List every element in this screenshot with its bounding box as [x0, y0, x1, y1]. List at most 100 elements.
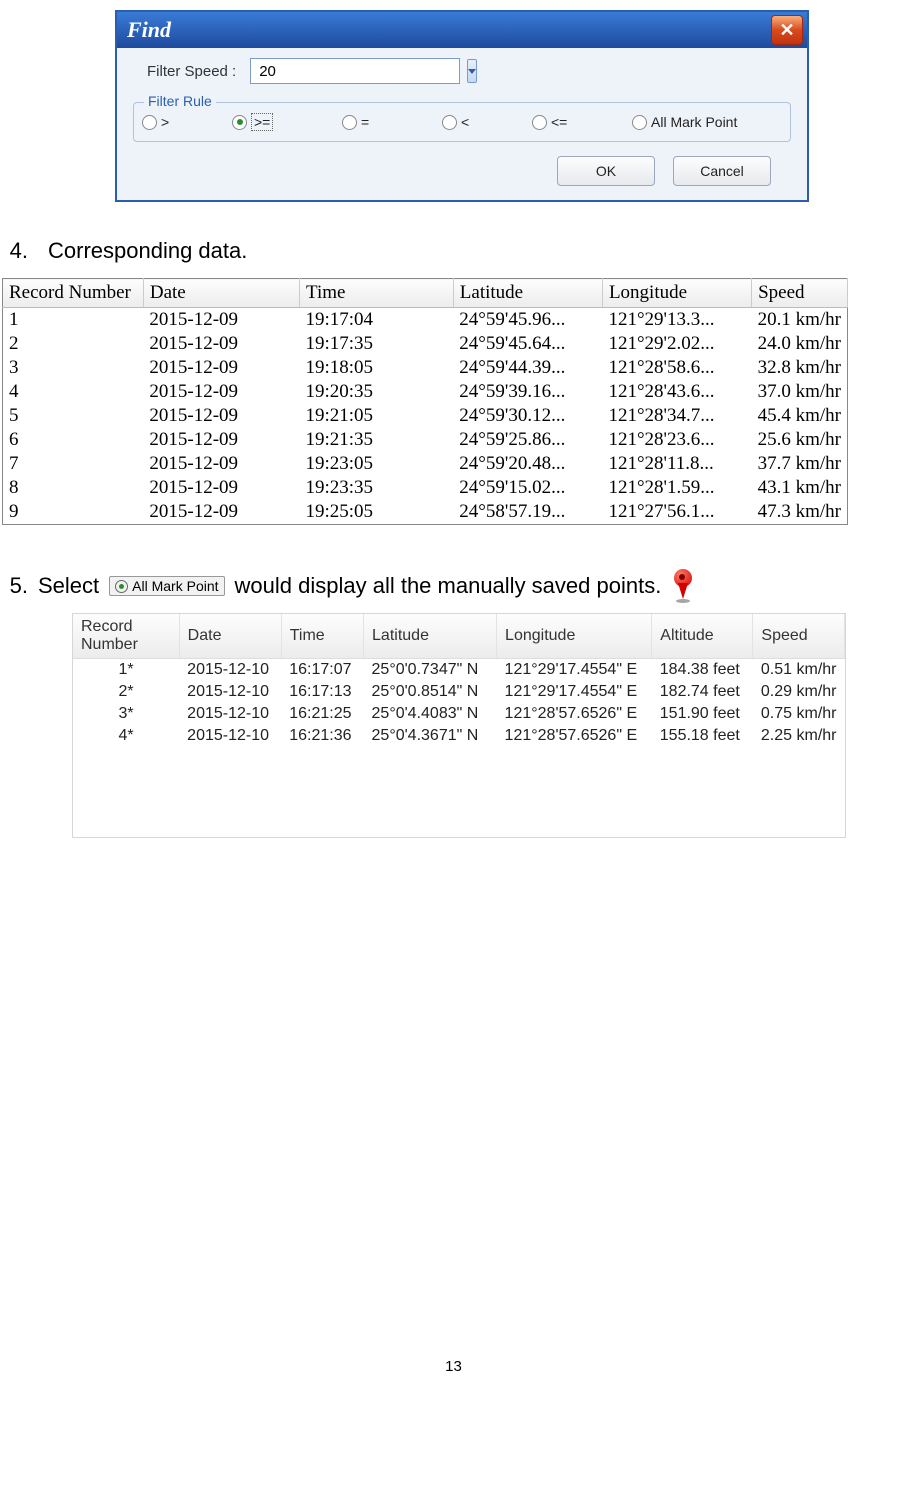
cell-rec: 1*: [73, 659, 179, 682]
th2-longitude[interactable]: Longitude: [497, 614, 652, 659]
table-row[interactable]: 72015-12-0919:23:0524°59'20.48...121°28'…: [3, 452, 848, 476]
cancel-button[interactable]: Cancel: [673, 156, 771, 186]
filter-speed-combo[interactable]: [250, 58, 460, 84]
cell-lat: 24°59'39.16...: [453, 380, 602, 404]
filter-speed-input[interactable]: [251, 63, 466, 80]
step-4: 4. Corresponding data.: [0, 238, 907, 264]
cell-rec: 9: [3, 500, 144, 525]
radio-all-mark-point[interactable]: All Mark Point: [632, 114, 737, 130]
cell-speed: 20.1 km/hr: [752, 308, 848, 333]
cell-speed: 0.75 km/hr: [753, 703, 845, 725]
cell-lat: 24°59'30.12...: [453, 404, 602, 428]
cell-date: 2015-12-09: [143, 404, 299, 428]
filter-rule-fieldset: Filter Rule > >= =: [133, 102, 791, 142]
table-row[interactable]: 92015-12-0919:25:0524°58'57.19...121°27'…: [3, 500, 848, 525]
table-row[interactable]: 32015-12-0919:18:0524°59'44.39...121°28'…: [3, 356, 848, 380]
th2-time[interactable]: Time: [281, 614, 363, 659]
cell-alt: 155.18 feet: [652, 725, 753, 747]
radio-lte[interactable]: <=: [532, 114, 632, 130]
radio-lt-label: <: [461, 114, 469, 130]
map-pin-icon: [671, 569, 695, 603]
ok-button[interactable]: OK: [557, 156, 655, 186]
page-number: 13: [0, 1358, 907, 1375]
cell-lat: 25°0'4.3671" N: [364, 725, 497, 747]
cell-time: 19:23:35: [300, 476, 454, 500]
cell-alt: 182.74 feet: [652, 681, 753, 703]
radio-lte-label: <=: [551, 114, 567, 130]
cell-lat: 25°0'4.4083" N: [364, 703, 497, 725]
table-row[interactable]: 2*2015-12-1016:17:1325°0'0.8514" N121°29…: [73, 681, 845, 703]
cell-date: 2015-12-09: [143, 308, 299, 333]
step-5: 5. Select All Mark Point would display a…: [0, 569, 907, 603]
cell-speed: 24.0 km/hr: [752, 332, 848, 356]
table-row[interactable]: 82015-12-0919:23:3524°59'15.02...121°28'…: [3, 476, 848, 500]
cell-lon: 121°28'43.6...: [602, 380, 751, 404]
cell-rec: 4: [3, 380, 144, 404]
cell-date: 2015-12-09: [143, 500, 299, 525]
filter-speed-label: Filter Speed :: [147, 63, 236, 80]
table-row[interactable]: 4*2015-12-1016:21:3625°0'4.3671" N121°28…: [73, 725, 845, 747]
table2-header-row: Record Number Date Time Latitude Longitu…: [73, 614, 845, 659]
radio-eq[interactable]: =: [342, 114, 442, 130]
cell-time: 16:21:36: [281, 725, 363, 747]
th2-speed[interactable]: Speed: [753, 614, 845, 659]
close-button[interactable]: ✕: [771, 15, 803, 45]
table-row[interactable]: 12015-12-0919:17:0424°59'45.96...121°29'…: [3, 308, 848, 333]
th-record-number[interactable]: Record Number: [3, 279, 144, 308]
th-date[interactable]: Date: [143, 279, 299, 308]
radio-eq-label: =: [361, 114, 369, 130]
radio-selected-icon: [115, 580, 128, 593]
radio-gt-label: >: [161, 114, 169, 130]
cell-lon: 121°27'56.1...: [602, 500, 751, 525]
table-row[interactable]: 62015-12-0919:21:3524°59'25.86...121°28'…: [3, 428, 848, 452]
cell-lat: 24°59'44.39...: [453, 356, 602, 380]
cell-rec: 6: [3, 428, 144, 452]
cell-rec: 3*: [73, 703, 179, 725]
table-row[interactable]: 1*2015-12-1016:17:0725°0'0.7347" N121°29…: [73, 659, 845, 682]
th-longitude[interactable]: Longitude: [602, 279, 751, 308]
step-5-number: 5.: [0, 573, 28, 599]
cell-rec: 5: [3, 404, 144, 428]
cell-date: 2015-12-09: [143, 380, 299, 404]
cell-time: 19:17:35: [300, 332, 454, 356]
filter-speed-dropdown-button[interactable]: [467, 59, 477, 83]
cell-speed: 0.29 km/hr: [753, 681, 845, 703]
th2-latitude[interactable]: Latitude: [364, 614, 497, 659]
cell-rec: 8: [3, 476, 144, 500]
radio-gt[interactable]: >: [142, 114, 232, 130]
cell-lat: 24°59'15.02...: [453, 476, 602, 500]
all-mark-point-badge: All Mark Point: [109, 576, 224, 596]
cell-date: 2015-12-09: [143, 428, 299, 452]
step-5-text-b: would display all the manually saved poi…: [235, 573, 662, 599]
table-row[interactable]: 42015-12-0919:20:3524°59'39.16...121°28'…: [3, 380, 848, 404]
th2-date[interactable]: Date: [179, 614, 281, 659]
table-row[interactable]: 3*2015-12-1016:21:2525°0'4.4083" N121°28…: [73, 703, 845, 725]
radio-lt[interactable]: <: [442, 114, 532, 130]
cell-speed: 25.6 km/hr: [752, 428, 848, 452]
cell-rec: 3: [3, 356, 144, 380]
cell-lon: 121°28'11.8...: [602, 452, 751, 476]
th-speed[interactable]: Speed: [752, 279, 848, 308]
th-time[interactable]: Time: [300, 279, 454, 308]
table-row[interactable]: 22015-12-0919:17:3524°59'45.64...121°29'…: [3, 332, 848, 356]
th2-altitude[interactable]: Altitude: [652, 614, 753, 659]
th-latitude[interactable]: Latitude: [453, 279, 602, 308]
cell-lat: 24°59'45.96...: [453, 308, 602, 333]
cell-lat: 24°59'45.64...: [453, 332, 602, 356]
cell-lon: 121°29'2.02...: [602, 332, 751, 356]
radio-gte[interactable]: >=: [232, 113, 342, 131]
table-row[interactable]: 52015-12-0919:21:0524°59'30.12...121°28'…: [3, 404, 848, 428]
dialog-title: Find: [127, 17, 171, 43]
find-dialog: Find ✕ Filter Speed : Filter Rule: [115, 10, 809, 202]
cell-date: 2015-12-10: [179, 703, 281, 725]
cell-rec: 2*: [73, 681, 179, 703]
th2-record-number[interactable]: Record Number: [73, 614, 179, 659]
cell-lat: 25°0'0.8514" N: [364, 681, 497, 703]
step-5-text-a: Select: [38, 573, 99, 599]
table1-header-row: Record Number Date Time Latitude Longitu…: [3, 279, 848, 308]
cell-time: 19:18:05: [300, 356, 454, 380]
cell-time: 16:21:25: [281, 703, 363, 725]
filter-speed-row: Filter Speed :: [147, 58, 791, 84]
cell-alt: 151.90 feet: [652, 703, 753, 725]
cell-lon: 121°29'17.4554" E: [497, 681, 652, 703]
